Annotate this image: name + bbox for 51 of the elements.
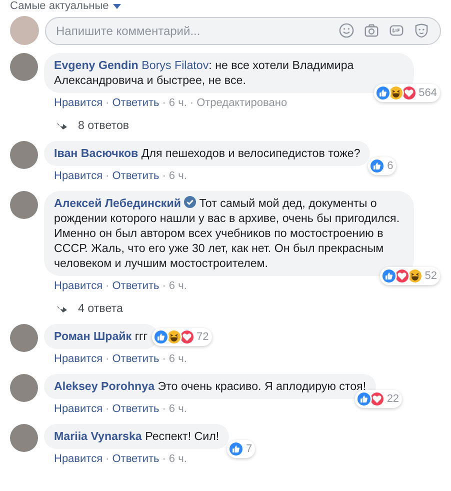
edited-note: Отредактировано <box>196 96 288 110</box>
caret-icon <box>112 4 121 10</box>
avatar <box>10 16 39 45</box>
sort-label[interactable]: Самые актуальные <box>10 0 109 13</box>
separator-dot: · <box>106 352 110 366</box>
separator-dot: · <box>106 402 110 416</box>
action-link[interactable]: Ответить <box>112 96 160 110</box>
reply-arrow-icon <box>56 305 68 313</box>
avatar <box>10 424 38 452</box>
action-link[interactable]: Нравится <box>54 402 103 416</box>
comment-text: Алексей Лебединский Тот самый мой дед, документы о рождении которого нашли у вас в архиве, очень бы пригодился. Именно он был автором всех учебников по мостостроению в СССР. Жаль, что его уже 30 лет, как нет. Он был прекрасным человеком и лучшим мостостроителем. <box>54 197 400 270</box>
avatar <box>10 191 38 219</box>
separator-dot: · <box>162 279 166 293</box>
avatar <box>10 324 38 352</box>
separator-dot: · <box>106 96 110 110</box>
separator-dot: · <box>162 96 166 110</box>
replies-link[interactable]: 8 ответов <box>78 119 130 133</box>
action-link[interactable]: Ответить <box>112 402 160 416</box>
separator-dot: · <box>190 96 194 110</box>
comment-field[interactable]: Напишите комментарий... <box>45 16 441 44</box>
separator-dot: · <box>162 452 166 466</box>
comment-text: Іван Васючков Для пешеходов и велосипедистов тоже? <box>54 147 360 160</box>
verified-badge-icon <box>184 196 196 208</box>
comment-text: Mariia Vynarska Респект! Сил! <box>54 430 220 443</box>
separator-dot: · <box>106 452 110 466</box>
comment-text: Роман Шрайк ггг <box>54 330 148 343</box>
action-link[interactable]: Нравится <box>54 279 103 293</box>
action-link[interactable]: Нравится <box>54 169 103 183</box>
comment-text: Aleksey Porohnya Это очень красиво. Я аплодирую стоя! <box>54 380 366 393</box>
action-link[interactable]: Ответить <box>112 279 160 293</box>
action-link[interactable]: Ответить <box>112 352 160 366</box>
separator-dot: · <box>106 279 110 293</box>
action-link[interactable]: Нравится <box>54 452 103 466</box>
separator-dot: · <box>106 169 110 183</box>
replies-link[interactable]: 4 ответа <box>78 302 123 316</box>
separator-dot: · <box>162 402 166 416</box>
separator-dot: · <box>162 352 166 366</box>
separator-dot: · <box>162 169 166 183</box>
action-link[interactable]: Ответить <box>112 169 160 183</box>
avatar <box>10 141 38 169</box>
reply-arrow-icon <box>56 122 68 130</box>
sticker-icon[interactable] <box>414 22 429 38</box>
avatar <box>10 53 38 81</box>
gif-icon[interactable] <box>389 22 404 38</box>
action-link[interactable]: Ответить <box>112 452 160 466</box>
smiley-icon[interactable] <box>339 22 354 38</box>
comment-text: Evgeny Gendin Borys Filatov: не все хотели Владимира Александровича и быстрее, не все. <box>54 59 354 87</box>
camera-icon[interactable] <box>364 22 379 38</box>
action-link[interactable]: Нравится <box>54 352 103 366</box>
avatar <box>10 374 38 402</box>
action-link[interactable]: Нравится <box>54 96 103 110</box>
